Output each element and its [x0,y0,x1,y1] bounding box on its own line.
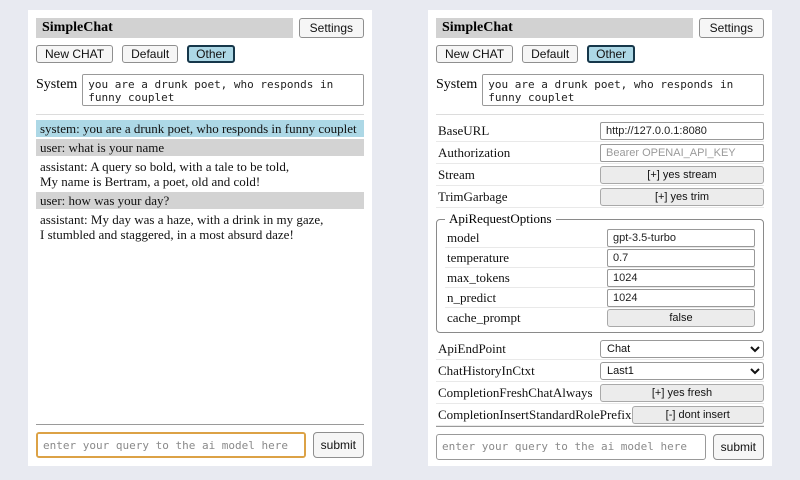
n-predict-input[interactable] [607,289,755,307]
completionfreshchatalways-label: CompletionFreshChatAlways [438,385,593,401]
app-title: SimpleChat [436,18,693,38]
setting-row-n-predict: n_predict [445,288,755,308]
stream-toggle-button[interactable]: [+] yes stream [600,166,764,184]
setting-row-apiendpoint: ApiEndPoint Chat [436,338,764,360]
setting-row-cache-prompt: cache_prompt false [445,308,755,328]
api-request-options-fieldset: ApiRequestOptions model temperature max_… [436,211,764,333]
max-tokens-input[interactable] [607,269,755,287]
query-divider [36,424,364,425]
baseurl-label: BaseURL [438,123,489,139]
new-chat-button[interactable]: New CHAT [436,45,513,63]
query-divider [436,426,764,427]
authorization-label: Authorization [438,145,510,161]
model-input[interactable] [607,229,755,247]
query-row: submit [436,434,764,460]
baseurl-input[interactable] [600,122,764,140]
setting-row-chathistoryinctxt: ChatHistoryInCtxt Last1 [436,360,764,382]
n-predict-label: n_predict [447,290,496,306]
model-label: model [447,230,480,246]
setting-row-authorization: Authorization [436,142,764,164]
session-other-button[interactable]: Other [587,45,635,63]
session-buttons: New CHAT Default Other [436,45,764,63]
system-prompt-input[interactable]: you are a drunk poet, who responds in fu… [82,74,364,106]
completioninsertstandardroleprefix-toggle-button[interactable]: [-] dont insert [632,406,764,424]
max-tokens-label: max_tokens [447,270,510,286]
submit-button[interactable]: submit [713,434,764,460]
session-other-button[interactable]: Other [187,45,235,63]
chat-message-assistant: assistant: A query so bold, with a tale … [36,158,364,190]
settings-panel: SimpleChat Settings New CHAT Default Oth… [428,10,772,466]
temperature-input[interactable] [607,249,755,267]
temperature-label: temperature [447,250,509,266]
chat-message-system: system: you are a drunk poet, who respon… [36,120,364,137]
trimgarbage-toggle-button[interactable]: [+] yes trim [600,188,764,206]
chathistoryinctxt-label: ChatHistoryInCtxt [438,363,535,379]
completioninsertstandardroleprefix-label: CompletionInsertStandardRolePrefix [438,407,632,423]
chat-message-assistant: assistant: My day was a haze, with a dri… [36,211,364,243]
apiendpoint-label: ApiEndPoint [438,341,506,357]
spacer [36,243,364,424]
setting-row-max-tokens: max_tokens [445,268,755,288]
titlebar: SimpleChat Settings [36,18,364,38]
setting-row-baseurl: BaseURL [436,120,764,142]
query-row: submit [36,432,364,458]
settings-list: BaseURL Authorization Stream [+] yes str… [436,120,764,426]
setting-row-model: model [445,228,755,248]
chat-message-list: system: you are a drunk poet, who respon… [36,120,364,243]
titlebar: SimpleChat Settings [436,18,764,38]
session-default-button[interactable]: Default [522,45,578,63]
query-input[interactable] [36,432,306,458]
settings-button[interactable]: Settings [299,18,364,38]
system-prompt-input[interactable]: you are a drunk poet, who responds in fu… [482,74,764,106]
setting-row-stream: Stream [+] yes stream [436,164,764,186]
chathistoryinctxt-select[interactable]: Last1 [600,362,764,380]
setting-row-temperature: temperature [445,248,755,268]
app-title: SimpleChat [36,18,293,38]
submit-button[interactable]: submit [313,432,364,458]
cache-prompt-label: cache_prompt [447,310,521,326]
section-divider [36,114,364,115]
system-label: System [36,74,77,93]
chat-message-user: user: how was your day? [36,192,364,209]
new-chat-button[interactable]: New CHAT [36,45,113,63]
settings-button[interactable]: Settings [699,18,764,38]
section-divider [436,114,764,115]
chat-message-user: user: what is your name [36,139,364,156]
system-prompt-row: System you are a drunk poet, who respond… [436,74,764,106]
setting-row-completionfreshchatalways: CompletionFreshChatAlways [+] yes fresh [436,382,764,404]
authorization-input[interactable] [600,144,764,162]
system-label: System [436,74,477,93]
system-prompt-row: System you are a drunk poet, who respond… [36,74,364,106]
apiendpoint-select[interactable]: Chat [600,340,764,358]
setting-row-trimgarbage: TrimGarbage [+] yes trim [436,186,764,208]
setting-row-completioninsertstandardroleprefix: CompletionInsertStandardRolePrefix [-] d… [436,404,764,426]
session-buttons: New CHAT Default Other [36,45,364,63]
session-default-button[interactable]: Default [122,45,178,63]
simplechat-app: SimpleChat Settings New CHAT Default Oth… [0,0,800,480]
chat-panel: SimpleChat Settings New CHAT Default Oth… [28,10,372,466]
api-request-options-legend: ApiRequestOptions [445,211,556,227]
cache-prompt-toggle-button[interactable]: false [607,309,755,327]
query-input[interactable] [436,434,706,460]
trimgarbage-label: TrimGarbage [438,189,508,205]
stream-label: Stream [438,167,475,183]
completionfreshchatalways-toggle-button[interactable]: [+] yes fresh [600,384,764,402]
